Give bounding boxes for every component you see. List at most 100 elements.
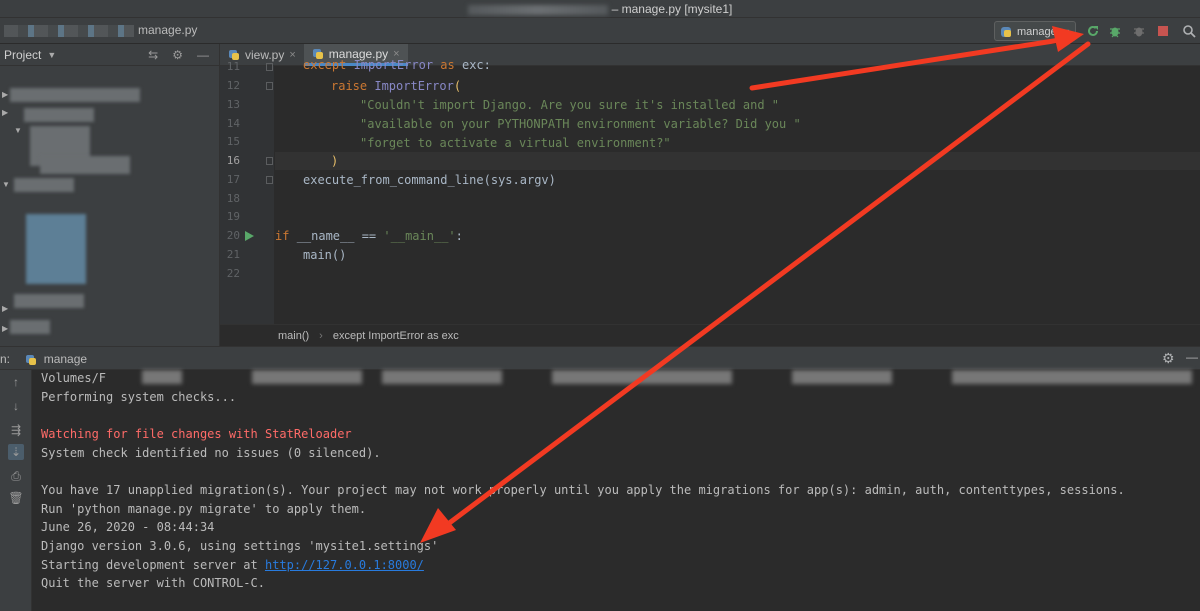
console-line: Volumes/F — [41, 371, 107, 385]
editor-breadcrumb: main() › except ImportError as exc — [220, 324, 1200, 346]
line-number: 19 — [226, 210, 240, 223]
redacted-region — [26, 214, 86, 284]
line-number-gutter: 11 12 13 14 15 16 17 18 19 20 21 22 — [220, 60, 274, 324]
tree-arrow-icon[interactable]: ▶ — [2, 324, 8, 333]
tree-arrow-icon[interactable]: ▶ — [2, 108, 8, 117]
chevron-down-icon[interactable]: ▼ — [47, 50, 56, 60]
console-line: Starting development server at http://12… — [41, 558, 424, 572]
redacted-region — [4, 24, 134, 37]
line-number: 22 — [226, 267, 240, 280]
gear-icon[interactable]: ⚙ — [172, 48, 183, 62]
run-tab-label: manage — [43, 352, 88, 366]
run-configuration-label: manage — [1017, 26, 1057, 38]
console-line: System check identified no issues (0 sil… — [41, 446, 381, 460]
console-line: You have 17 unapplied migration(s). Your… — [41, 483, 1125, 497]
run-tab[interactable]: n: manage — [0, 352, 87, 366]
line-number: 14 — [226, 117, 240, 130]
console-line: Django version 3.0.6, using settings 'my… — [41, 539, 439, 553]
code-line-17[interactable]: execute_from_command_line(sys.argv) — [303, 173, 556, 187]
project-tool-window: Project ▼ ⇆ ⚙ — ▶ ▶ ▼ ▼ ▶ ▶ — [0, 44, 220, 346]
redacted-region — [40, 156, 130, 174]
server-url-link[interactable]: http://127.0.0.1:8000/ — [265, 558, 424, 572]
redacted-region — [952, 370, 1192, 384]
trash-icon[interactable]: 🗑 — [8, 490, 24, 506]
line-number: 21 — [226, 248, 240, 261]
current-line-highlight — [275, 152, 1200, 170]
nav-breadcrumb[interactable]: manage.py — [4, 23, 197, 37]
breadcrumb-item[interactable]: except ImportError as exc — [333, 330, 459, 342]
redacted-region — [252, 370, 362, 384]
arrow-up-icon[interactable]: ↑ — [8, 374, 24, 390]
redacted-region — [467, 4, 608, 15]
stop-icon[interactable] — [1154, 22, 1172, 40]
close-icon[interactable]: × — [289, 49, 295, 61]
fold-marker-icon[interactable] — [266, 157, 273, 165]
search-icon[interactable] — [1180, 22, 1198, 40]
tree-arrow-icon[interactable]: ▼ — [2, 180, 10, 189]
python-icon — [26, 354, 37, 365]
redacted-region — [142, 370, 182, 384]
code-line-21[interactable]: main() — [303, 248, 346, 262]
window-title: – manage.py [mysite1] — [0, 2, 1200, 16]
run-tool-window-header: n: manage ⚙ — — [0, 346, 1200, 370]
redacted-region — [14, 294, 84, 308]
tree-arrow-icon[interactable]: ▶ — [2, 304, 8, 313]
debug-icon[interactable] — [1106, 22, 1124, 40]
tab-label: view.py — [245, 48, 285, 62]
console-line: Run 'python manage.py migrate' to apply … — [41, 502, 367, 516]
redacted-region — [24, 108, 94, 122]
minimize-icon[interactable]: — — [197, 48, 209, 62]
chevron-down-icon: ▼ — [1062, 27, 1071, 37]
code-line-13[interactable]: "Couldn't import Django. Are you sure it… — [360, 98, 779, 112]
profile-icon[interactable] — [1130, 22, 1148, 40]
minimize-icon[interactable]: — — [1186, 350, 1198, 364]
line-number: 12 — [226, 79, 240, 92]
window-title-bar: – manage.py [mysite1] — [0, 0, 1200, 18]
line-number: 16 — [226, 154, 240, 167]
console-line: June 26, 2020 - 08:44:34 — [41, 520, 215, 534]
line-number: 18 — [226, 192, 240, 205]
tree-arrow-icon[interactable]: ▶ — [2, 90, 8, 99]
tree-arrow-icon[interactable]: ▼ — [14, 126, 22, 135]
line-number: 17 — [226, 173, 240, 186]
navigation-bar: manage.py manage ▼ — [0, 18, 1200, 44]
code-line-11[interactable]: except ImportError as exc: — [303, 58, 491, 72]
fold-marker-icon[interactable] — [266, 176, 273, 184]
line-number: 15 — [226, 135, 240, 148]
code-line-12[interactable]: raise ImportError( — [331, 79, 461, 93]
code-line-16[interactable]: ) — [331, 154, 338, 168]
breadcrumb-separator: › — [319, 329, 323, 342]
gear-icon[interactable]: ⚙ — [1162, 350, 1175, 367]
line-number: 20 — [226, 229, 240, 242]
arrow-down-icon[interactable]: ↓ — [8, 398, 24, 414]
project-header[interactable]: Project ▼ ⇆ ⚙ — — [0, 44, 219, 66]
code-line-15[interactable]: "forget to activate a virtual environmen… — [360, 136, 671, 150]
console-line: Watching for file changes with StatReloa… — [41, 427, 352, 441]
code-editor: view.py × manage.py × 11 12 13 14 15 16 … — [220, 44, 1200, 346]
project-title: Project — [4, 47, 42, 62]
run-toolbar: ↑ ↓ ⇶ ⇣ ⎙ 🗑 — [0, 370, 32, 611]
fold-marker-icon[interactable] — [266, 63, 273, 71]
scroll-to-end-icon[interactable]: ⇣ — [8, 444, 24, 460]
rerun-icon[interactable] — [1084, 22, 1102, 40]
soft-wrap-icon[interactable]: ⇶ — [8, 422, 24, 438]
console-output[interactable]: Volumes/F Performing system checks... Wa… — [32, 370, 1200, 611]
python-icon — [1001, 27, 1011, 37]
sync-icon[interactable]: ⇆ — [148, 48, 158, 62]
redacted-region — [10, 320, 50, 334]
breadcrumb-item[interactable]: main() — [278, 330, 309, 342]
run-gutter-icon[interactable] — [245, 231, 254, 241]
run-configuration-select[interactable]: manage ▼ — [994, 21, 1076, 41]
console-line: Performing system checks... — [41, 390, 237, 404]
redacted-region — [792, 370, 892, 384]
code-line-20[interactable]: if __name__ == '__main__': — [275, 229, 463, 243]
console-line: Quit the server with CONTROL-C. — [41, 576, 265, 590]
redacted-region — [14, 178, 74, 192]
redacted-region — [552, 370, 732, 384]
code-line-14[interactable]: "available on your PYTHONPATH environmen… — [360, 117, 801, 131]
redacted-region — [10, 88, 140, 102]
redacted-region — [382, 370, 502, 384]
print-icon[interactable]: ⎙ — [8, 468, 24, 484]
fold-marker-icon[interactable] — [266, 82, 273, 90]
project-header-icons: ⇆ ⚙ — — [148, 48, 219, 62]
